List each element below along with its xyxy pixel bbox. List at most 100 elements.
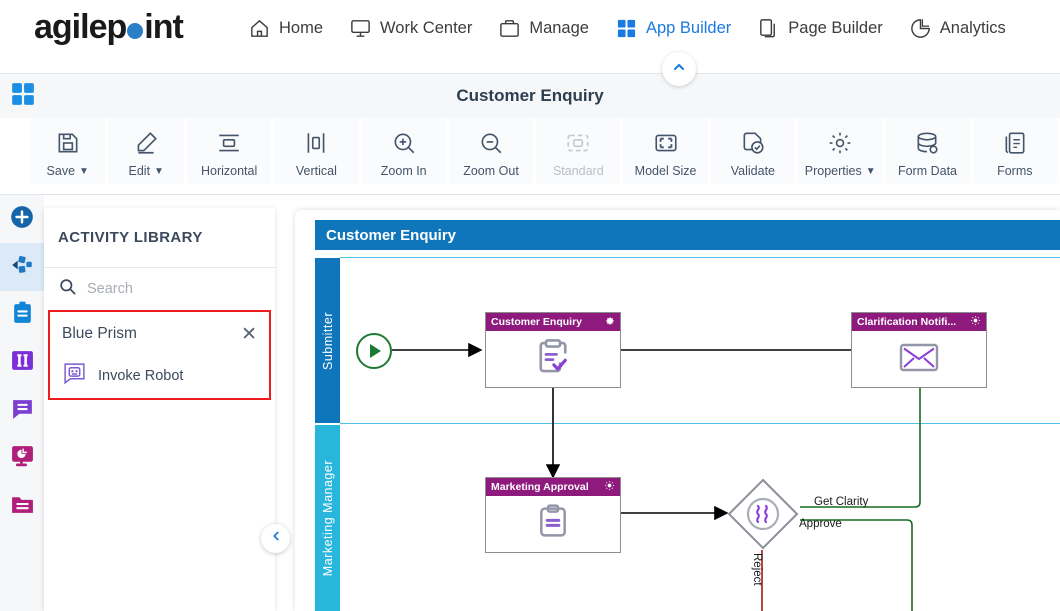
gear-icon[interactable] xyxy=(970,313,981,331)
rail-item-activities[interactable] xyxy=(0,243,44,291)
lane-separator-top xyxy=(340,257,1060,258)
rail-item-folders[interactable] xyxy=(0,483,44,531)
activities-icon xyxy=(9,252,35,283)
toolbar-button-zoom-out[interactable]: Zoom Out xyxy=(448,118,534,184)
nav-item-manage[interactable]: Manage xyxy=(498,17,589,40)
home-icon xyxy=(248,17,271,40)
rail-item-messages[interactable] xyxy=(0,387,44,435)
node-marketing-approval[interactable]: Marketing Approval xyxy=(485,477,621,553)
edge-label-get-clarity: Get Clarity xyxy=(814,496,869,508)
activity-group-name: Blue Prism xyxy=(62,325,137,342)
activity-group-header: Blue Prism ✕ xyxy=(50,312,269,356)
editor-toolbar: Save ▼ Edit ▼ Horizontal Vertical Zoom I… xyxy=(0,118,1060,195)
node-title: Marketing Approval xyxy=(491,481,589,493)
edge-label-reject: Reject xyxy=(751,553,763,586)
toolbar-label: Zoom Out xyxy=(463,164,519,178)
toolbar-label: Standard xyxy=(552,164,604,178)
forms-icon xyxy=(1002,127,1028,159)
toolbar-button-vertical[interactable]: Vertical xyxy=(274,118,359,184)
nav-label: Page Builder xyxy=(788,19,883,37)
pool-title: Customer Enquiry xyxy=(315,220,1060,250)
horizontal-align-icon xyxy=(216,127,242,159)
label-text: Properties xyxy=(804,164,862,178)
nav-item-app-builder[interactable]: App Builder xyxy=(615,17,731,40)
activity-item-invoke-robot[interactable]: Invoke Robot xyxy=(50,356,269,396)
toolbar-button-model-size[interactable]: Model Size xyxy=(623,118,708,184)
label-text: Save xyxy=(46,164,76,178)
gear-icon xyxy=(827,127,853,159)
nav-label: Manage xyxy=(529,19,589,37)
app-root: agilep int Home Work Center Manage App B… xyxy=(0,0,1060,611)
nav-item-home[interactable]: Home xyxy=(248,17,323,40)
nav-label: Work Center xyxy=(380,19,473,37)
chevron-up-icon xyxy=(671,59,687,80)
rail-item-add[interactable] xyxy=(0,195,44,243)
node-body xyxy=(486,331,620,388)
gear-icon[interactable] xyxy=(604,478,615,496)
close-icon[interactable]: ✕ xyxy=(241,325,257,344)
validate-icon xyxy=(740,127,766,159)
search-input[interactable] xyxy=(87,281,247,297)
toolbar-label: Vertical xyxy=(295,164,337,178)
toolbar-button-standard[interactable]: Standard xyxy=(536,118,621,184)
chevron-down-icon: ▼ xyxy=(154,166,164,177)
process-diagram-canvas[interactable]: Customer Enquiry Submitter Marketing Man… xyxy=(295,210,1060,611)
toolbar-label: Forms xyxy=(997,164,1033,178)
toolbar-button-horizontal[interactable]: Horizontal xyxy=(186,118,272,184)
collapse-panel-button[interactable] xyxy=(261,524,290,553)
toolbar-label: Model Size xyxy=(634,164,697,178)
chevron-down-icon: ▼ xyxy=(79,166,89,177)
vertical-align-icon xyxy=(303,127,329,159)
model-size-icon xyxy=(653,127,679,159)
standard-size-icon xyxy=(565,127,591,159)
gear-icon[interactable] xyxy=(604,313,615,331)
toolbar-button-properties[interactable]: Properties ▼ xyxy=(798,118,883,184)
nav-item-analytics[interactable]: Analytics xyxy=(909,17,1006,40)
toolbar-button-forms[interactable]: Forms xyxy=(972,118,1057,184)
toolbar-button-validate[interactable]: Validate xyxy=(710,118,796,184)
rail-item-columns[interactable] xyxy=(0,339,44,387)
activity-library-panel: ACTIVITY LIBRARY Blue Prism ✕ xyxy=(44,208,275,611)
agilepoint-logo[interactable]: agilep int xyxy=(34,10,214,44)
lane-band-marketing-manager: Marketing Manager xyxy=(315,425,340,611)
panel-title: ACTIVITY LIBRARY xyxy=(44,208,275,268)
nav-item-work-center[interactable]: Work Center xyxy=(349,17,472,40)
lane-separator-middle xyxy=(340,423,1060,424)
nav-items: Home Work Center Manage App Builder Page… xyxy=(248,17,1006,40)
activity-group-highlight: Blue Prism ✕ Invoke Robot xyxy=(48,310,271,400)
nav-item-page-builder[interactable]: Page Builder xyxy=(757,17,883,40)
speech-bubble-icon xyxy=(10,396,35,426)
node-header: Marketing Approval xyxy=(486,478,620,496)
rail-item-reports[interactable] xyxy=(0,435,44,483)
grid-apps-icon[interactable] xyxy=(10,81,36,107)
nav-label: Home xyxy=(279,19,324,37)
grid-icon xyxy=(615,17,638,40)
label-text: Edit xyxy=(128,164,151,178)
node-clarification-notification[interactable]: Clarification Notifi... xyxy=(851,312,987,388)
toolbar-button-form-data[interactable]: Form Data xyxy=(885,118,970,184)
gateway-decision[interactable] xyxy=(727,478,799,555)
left-icon-rail xyxy=(0,195,44,611)
clipboard-icon xyxy=(10,300,35,330)
chevron-down-icon: ▼ xyxy=(865,166,876,177)
logo-dot xyxy=(127,22,144,39)
node-header: Customer Enquiry xyxy=(486,313,620,331)
collapse-header-button[interactable] xyxy=(662,52,696,86)
envelope-icon xyxy=(898,341,940,379)
rail-item-tasks[interactable] xyxy=(0,291,44,339)
node-title: Clarification Notifi... xyxy=(857,316,957,328)
toolbar-label: Validate xyxy=(730,164,776,178)
lane-band-submitter: Submitter xyxy=(315,258,340,423)
toolbar-button-save[interactable]: Save ▼ xyxy=(30,118,106,184)
start-event[interactable] xyxy=(355,332,393,375)
clipboard-lines-icon xyxy=(533,501,573,548)
clipboard-check-icon xyxy=(532,336,574,383)
node-customer-enquiry[interactable]: Customer Enquiry xyxy=(485,312,621,388)
toolbar-button-edit[interactable]: Edit ▼ xyxy=(108,118,184,184)
search-row xyxy=(44,268,275,310)
search-icon xyxy=(58,277,77,301)
toolbar-button-zoom-in[interactable]: Zoom In xyxy=(361,118,446,184)
logo-text-part1: agilep xyxy=(34,7,127,46)
pencil-icon xyxy=(133,127,159,159)
save-icon xyxy=(55,127,81,159)
